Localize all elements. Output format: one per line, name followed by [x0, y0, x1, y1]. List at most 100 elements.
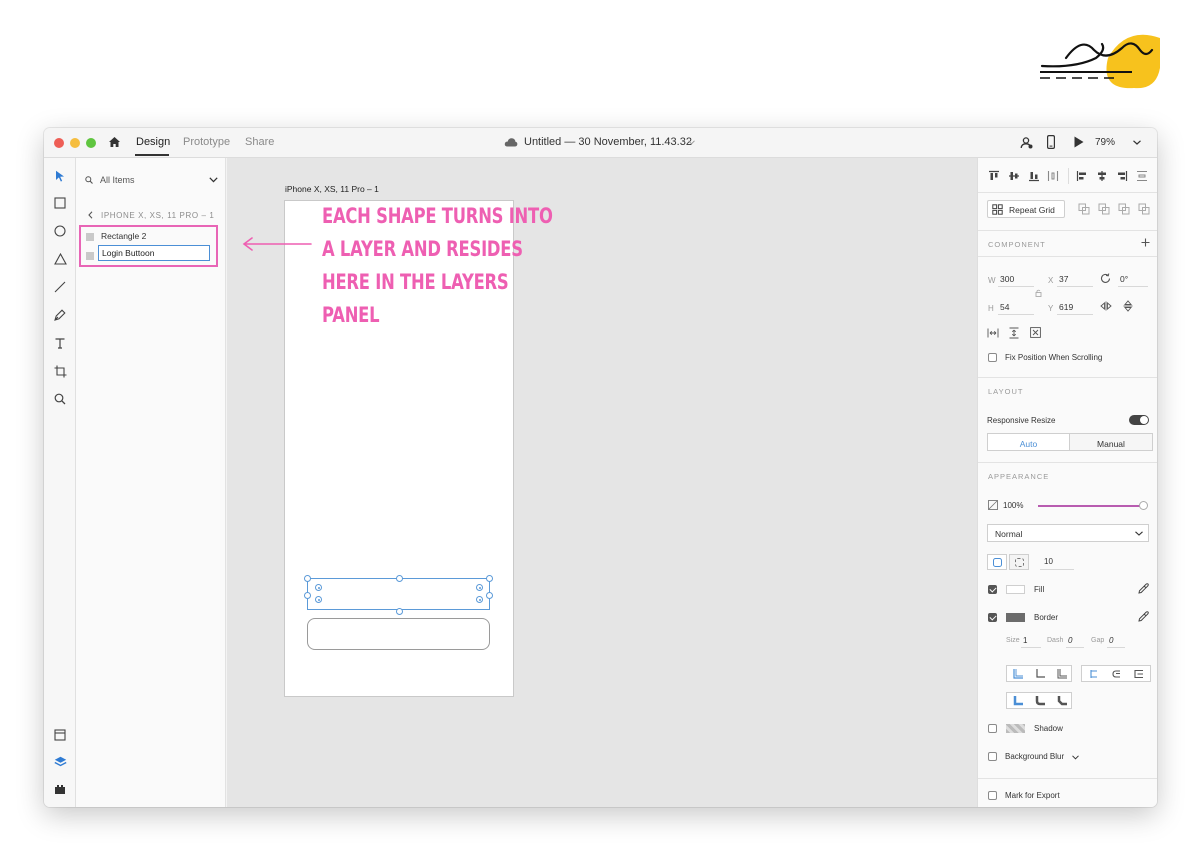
polygon-tool[interactable]	[52, 251, 68, 267]
border-swatch[interactable]	[1006, 613, 1025, 622]
responsive-resize-icon[interactable]	[1030, 327, 1041, 338]
tab-design[interactable]: Design	[136, 136, 170, 148]
shadow-swatch[interactable]	[1006, 724, 1025, 733]
opacity-slider-track[interactable]	[1038, 505, 1143, 507]
border-checkbox[interactable]	[988, 613, 997, 622]
align-right-icon[interactable]	[1116, 170, 1128, 182]
corner-radius-handle[interactable]	[315, 584, 322, 591]
text-tool[interactable]	[52, 335, 68, 351]
align-bottom-icon[interactable]	[1028, 170, 1040, 182]
boolean-exclude-icon[interactable]	[1138, 203, 1150, 215]
corner-radius-handle[interactable]	[476, 596, 483, 603]
resize-handle[interactable]	[486, 575, 493, 582]
height-field[interactable]: 54	[1000, 302, 1009, 312]
artboard-title[interactable]: iPhone X, XS, 11 Pro – 1	[285, 184, 379, 194]
gap-field[interactable]: 0	[1109, 636, 1113, 645]
cap-butt-icon[interactable]	[1088, 669, 1098, 679]
line-tool[interactable]	[52, 279, 68, 295]
fit-width-icon[interactable]	[987, 328, 999, 338]
resize-manual-button[interactable]: Manual	[1069, 433, 1153, 451]
layer-filter-select[interactable]: All Items	[100, 175, 135, 185]
resize-handle[interactable]	[304, 592, 311, 599]
join-bevel-icon[interactable]	[1057, 696, 1067, 706]
distribute-vertical-icon[interactable]	[1136, 170, 1148, 182]
ellipse-tool[interactable]	[52, 223, 68, 239]
opacity-slider-thumb[interactable]	[1139, 501, 1148, 510]
boolean-add-icon[interactable]	[1078, 203, 1090, 215]
resize-handle[interactable]	[396, 575, 403, 582]
repeat-grid-button[interactable]: Repeat Grid	[987, 200, 1065, 218]
chevron-down-icon[interactable]	[209, 177, 218, 183]
responsive-resize-toggle[interactable]	[1129, 415, 1149, 425]
maximize-window-button[interactable]	[86, 138, 96, 148]
zoom-level[interactable]: 79%	[1095, 137, 1115, 148]
eyedropper-icon[interactable]	[1138, 583, 1149, 594]
y-field[interactable]: 619	[1059, 302, 1073, 312]
fill-checkbox[interactable]	[988, 585, 997, 594]
fix-position-checkbox[interactable]	[988, 353, 997, 362]
select-tool[interactable]	[52, 168, 68, 184]
distribute-horizontal-icon[interactable]	[1047, 170, 1059, 182]
align-center-icon[interactable]	[1096, 170, 1108, 182]
chevron-down-icon[interactable]	[1133, 140, 1141, 145]
blend-mode-select[interactable]: Normal	[987, 524, 1149, 542]
document-title[interactable]: Untitled — 30 November, 11.43.32	[524, 136, 692, 148]
width-field[interactable]: 300	[1000, 274, 1014, 284]
layers-panel-button[interactable]	[52, 754, 68, 770]
tab-prototype[interactable]: Prototype	[183, 136, 230, 148]
stroke-inner-icon[interactable]	[1013, 669, 1023, 679]
fill-swatch[interactable]	[1006, 585, 1025, 594]
assets-panel-button[interactable]	[52, 727, 68, 743]
user-account-icon[interactable]	[1020, 136, 1033, 149]
join-round-icon[interactable]	[1035, 696, 1045, 706]
back-chevron-icon[interactable]	[88, 211, 93, 219]
x-field[interactable]: 37	[1059, 274, 1068, 284]
boolean-intersect-icon[interactable]	[1118, 203, 1130, 215]
cap-round-icon[interactable]	[1111, 669, 1121, 679]
chevron-down-icon[interactable]	[1072, 755, 1079, 760]
mobile-preview-icon[interactable]	[1047, 135, 1055, 149]
flip-horizontal-icon[interactable]	[1100, 301, 1112, 311]
chevron-down-icon[interactable]	[688, 140, 695, 145]
rectangle-tool[interactable]	[52, 195, 68, 211]
mark-for-export-checkbox[interactable]	[988, 791, 997, 800]
login-button-shape[interactable]	[304, 575, 493, 615]
design-canvas[interactable]: iPhone X, XS, 11 Pro – 1 EACH SHAPE TURN…	[227, 158, 977, 807]
corner-radius-handle[interactable]	[476, 584, 483, 591]
pen-tool[interactable]	[52, 307, 68, 323]
background-blur-checkbox[interactable]	[988, 752, 997, 761]
align-middle-icon[interactable]	[1008, 170, 1020, 182]
artboard-tool[interactable]	[52, 363, 68, 379]
resize-handle[interactable]	[304, 575, 311, 582]
lock-aspect-icon[interactable]	[1035, 289, 1042, 297]
join-miter-icon[interactable]	[1013, 696, 1023, 706]
corner-radius-field[interactable]: 10	[1044, 557, 1053, 566]
tab-share[interactable]: Share	[245, 136, 274, 148]
shadow-checkbox[interactable]	[988, 724, 997, 733]
close-window-button[interactable]	[54, 138, 64, 148]
resize-handle[interactable]	[486, 592, 493, 599]
corner-radius-handle[interactable]	[315, 596, 322, 603]
rectangle-2-shape[interactable]	[307, 618, 490, 650]
rotation-field[interactable]: 0°	[1120, 274, 1128, 284]
border-size-field[interactable]: 1	[1023, 636, 1027, 645]
resize-auto-button[interactable]: Auto	[987, 433, 1070, 451]
add-component-icon[interactable]	[1141, 238, 1150, 247]
flip-vertical-icon[interactable]	[1123, 300, 1133, 312]
plugins-panel-button[interactable]	[52, 781, 68, 797]
fit-height-icon[interactable]	[1009, 327, 1019, 339]
dash-field[interactable]: 0	[1068, 636, 1072, 645]
uniform-radius-button[interactable]	[987, 554, 1007, 570]
eyedropper-icon[interactable]	[1138, 611, 1149, 622]
stroke-outer-icon[interactable]	[1057, 669, 1067, 679]
boolean-subtract-icon[interactable]	[1098, 203, 1110, 215]
align-left-icon[interactable]	[1076, 170, 1088, 182]
per-corner-radius-button[interactable]	[1009, 554, 1029, 570]
play-icon[interactable]	[1074, 136, 1084, 148]
cap-square-icon[interactable]	[1134, 669, 1144, 679]
zoom-tool[interactable]	[52, 391, 68, 407]
align-top-icon[interactable]	[988, 170, 1000, 182]
stroke-center-icon[interactable]	[1035, 669, 1045, 679]
minimize-window-button[interactable]	[70, 138, 80, 148]
artboard-breadcrumb[interactable]: IPHONE X, XS, 11 PRO – 1	[101, 211, 214, 220]
